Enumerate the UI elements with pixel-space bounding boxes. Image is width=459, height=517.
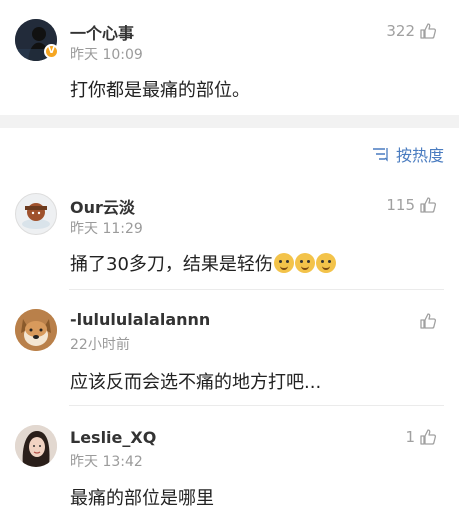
comment-like-button[interactable]: 115 — [386, 196, 437, 214]
comment-text-row: 捅了30多刀，结果是轻伤 — [70, 250, 336, 276]
doge-emoji-icon — [294, 253, 315, 273]
sort-button[interactable]: 按热度 — [372, 142, 444, 166]
comment-like-button[interactable]: 1 — [405, 428, 437, 446]
comment-text: 应该反而会选不痛的地方打吧... — [70, 372, 322, 393]
divider — [69, 405, 444, 406]
sort-lines-icon — [372, 148, 388, 162]
thumbs-up-icon — [420, 23, 437, 39]
comment-like-button[interactable] — [415, 312, 437, 330]
like-count: 115 — [386, 196, 415, 214]
avatar[interactable] — [15, 309, 57, 351]
post-text: 打你都是最痛的部位。 — [70, 80, 250, 101]
avatar-cartoon-icon — [22, 203, 50, 229]
avatar[interactable] — [15, 425, 57, 467]
doge-emoji-icon — [315, 253, 336, 273]
avatar-person-icon — [15, 425, 57, 467]
like-count: 1 — [405, 428, 415, 446]
comment-time: 22小时前 — [70, 337, 130, 353]
thumbs-up-icon — [420, 313, 437, 329]
avatar-dog-icon — [15, 309, 57, 351]
post-author[interactable]: 一个心事 — [70, 20, 134, 44]
comment-author[interactable]: -lulululalalannn — [70, 310, 210, 329]
thumbs-up-icon — [420, 429, 437, 445]
comment-text: 捅了30多刀，结果是轻伤 — [70, 254, 273, 275]
avatar[interactable] — [15, 193, 57, 235]
post-time: 昨天 10:09 — [70, 47, 143, 63]
comment-time: 昨天 13:42 — [70, 454, 143, 470]
divider — [69, 289, 444, 290]
comment-time: 昨天 11:29 — [70, 221, 143, 237]
post-like-button[interactable]: 322 — [386, 22, 437, 40]
comment-text: 最痛的部位是哪里 — [70, 488, 214, 509]
comment-author[interactable]: Leslie_XQ — [70, 428, 156, 447]
section-separator — [0, 115, 459, 128]
like-count: 322 — [386, 22, 415, 40]
original-post: V 一个心事 昨天 10:09 322 打你都是最痛的部位。 — [0, 0, 459, 115]
verified-badge-icon: V — [44, 44, 59, 59]
doge-emoji-icon — [273, 253, 294, 273]
sort-label: 按热度 — [395, 146, 444, 165]
thumbs-up-icon — [420, 197, 437, 213]
comment-author[interactable]: Our云淡 — [70, 194, 135, 218]
